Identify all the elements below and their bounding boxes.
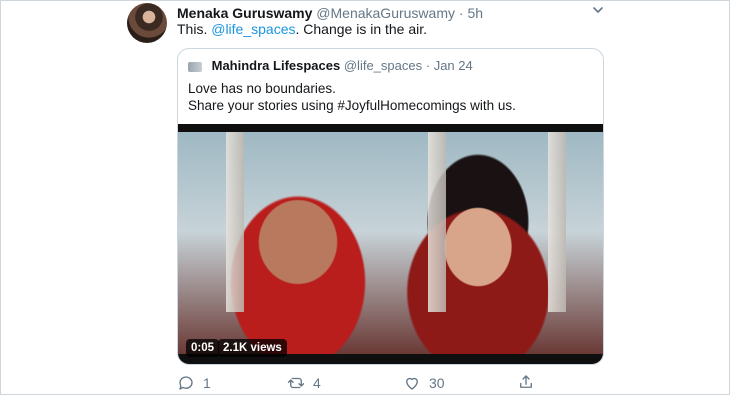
chevron-down-icon[interactable] — [591, 3, 605, 17]
display-name[interactable]: Menaka Guruswamy — [177, 5, 312, 21]
quoted-header: Mahindra Lifespaces @life_spaces · Jan 2… — [188, 58, 473, 74]
like-button[interactable]: 30 — [403, 373, 445, 393]
handle[interactable]: @MenakaGuruswamy — [316, 5, 455, 21]
share-icon — [520, 375, 532, 388]
timestamp[interactable]: 5h — [467, 5, 483, 21]
quoted-date[interactable]: Jan 24 — [434, 58, 473, 73]
video-player[interactable]: 0:05 2.1K views — [178, 124, 603, 364]
reply-button[interactable]: 1 — [177, 373, 211, 393]
video-duration: 0:05 — [186, 339, 220, 357]
quoted-separator: · — [425, 58, 431, 73]
tweet-text: This. @life_spaces. Change is in the air… — [177, 20, 427, 38]
video-thumbnail — [178, 132, 603, 354]
separator-dot: · — [458, 5, 464, 21]
mention-link[interactable]: @life_spaces — [211, 21, 295, 37]
retweet-count: 4 — [313, 375, 321, 391]
quoted-display-name[interactable]: Mahindra Lifespaces — [212, 58, 341, 73]
tweet-card: Menaka Guruswamy @MenakaGuruswamy · 5h T… — [0, 0, 730, 395]
tweet-actions: 1 4 30 — [177, 373, 537, 393]
reply-icon — [179, 376, 193, 390]
avatar[interactable] — [127, 3, 167, 43]
heart-icon — [406, 377, 418, 390]
like-count: 30 — [429, 375, 445, 391]
video-views: 2.1K views — [218, 339, 287, 357]
quoted-avatar-icon — [188, 61, 202, 72]
quoted-text: Love has no boundaries. Share your stori… — [188, 81, 516, 113]
reply-count: 1 — [203, 375, 211, 391]
tweet-text-suffix: . Change is in the air. — [295, 21, 428, 37]
tweet-text-prefix: This. — [177, 21, 212, 37]
share-button[interactable] — [517, 373, 535, 391]
retweet-button[interactable]: 4 — [287, 373, 321, 393]
retweet-icon — [287, 377, 305, 389]
quoted-tweet[interactable]: Mahindra Lifespaces @life_spaces · Jan 2… — [177, 48, 604, 365]
quoted-handle[interactable]: @life_spaces — [344, 58, 422, 73]
